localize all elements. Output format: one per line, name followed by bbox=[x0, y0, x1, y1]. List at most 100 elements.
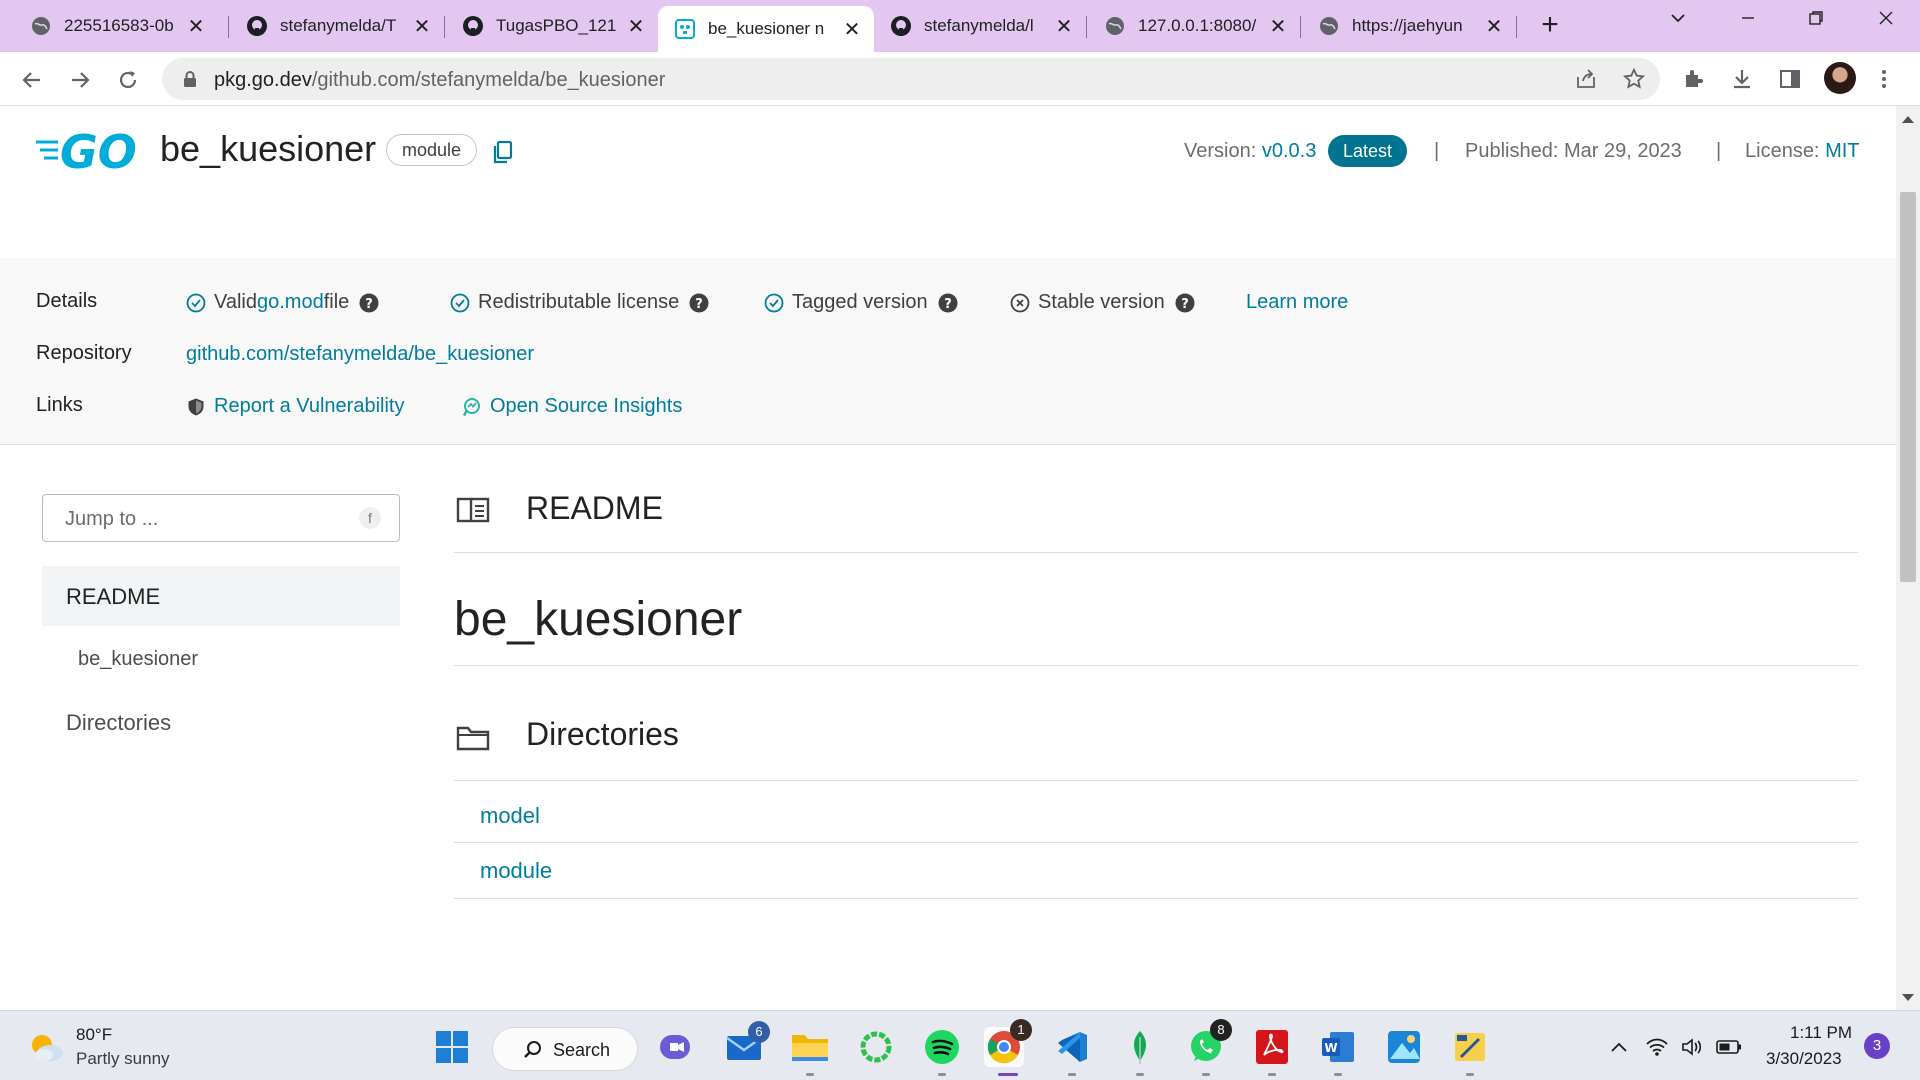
menu-kebab-icon[interactable] bbox=[1870, 65, 1898, 93]
sidebar-item-readme[interactable]: README bbox=[42, 566, 400, 626]
word-icon[interactable]: W bbox=[1318, 1027, 1358, 1067]
running-indicator bbox=[938, 1073, 946, 1076]
notification-badge[interactable]: 3 bbox=[1864, 1033, 1890, 1059]
window-close-icon[interactable] bbox=[1862, 8, 1910, 40]
wifi-icon[interactable] bbox=[1644, 1035, 1670, 1059]
jump-to-placeholder: Jump to ... bbox=[65, 508, 159, 530]
start-windows-icon[interactable] bbox=[432, 1027, 472, 1067]
open-source-insights-text[interactable]: Open Source Insights bbox=[490, 395, 682, 418]
close-icon[interactable]: ✕ bbox=[1484, 14, 1504, 39]
scrollbar-thumb[interactable] bbox=[1900, 192, 1916, 582]
photos-icon[interactable] bbox=[1384, 1027, 1424, 1067]
help-icon[interactable]: ? bbox=[359, 293, 379, 313]
battery-icon[interactable] bbox=[1716, 1035, 1742, 1059]
repository-link[interactable]: github.com/stefanymelda/be_kuesioner bbox=[186, 343, 534, 366]
mail-badge: 6 bbox=[748, 1021, 770, 1043]
volume-icon[interactable] bbox=[1680, 1035, 1706, 1059]
tab-3[interactable]: TugasPBO_121 ✕ bbox=[446, 6, 658, 46]
new-tab-button[interactable]: + bbox=[1534, 10, 1566, 42]
forward-icon[interactable] bbox=[64, 64, 96, 96]
share-icon[interactable] bbox=[1574, 67, 1598, 91]
close-icon[interactable]: ✕ bbox=[1054, 14, 1074, 39]
mongodb-icon[interactable] bbox=[1120, 1027, 1160, 1067]
tab-5[interactable]: stefanymelda/l ✕ bbox=[874, 6, 1086, 46]
directories-title: Directories bbox=[526, 716, 679, 752]
close-icon[interactable]: ✕ bbox=[842, 17, 862, 42]
side-panel-icon[interactable] bbox=[1776, 65, 1804, 93]
svg-text:?: ? bbox=[366, 297, 374, 312]
scroll-down-arrow-icon[interactable] bbox=[1902, 994, 1914, 1001]
bookmark-star-icon[interactable] bbox=[1622, 67, 1646, 91]
weather-temperature[interactable]: 80°F bbox=[76, 1025, 112, 1045]
report-vulnerability-text[interactable]: Report a Vulnerability bbox=[214, 395, 404, 418]
sidebar-item-directories[interactable]: Directories bbox=[66, 710, 171, 736]
version-info: Version: v0.0.3 bbox=[1184, 140, 1316, 163]
close-icon[interactable]: ✕ bbox=[412, 14, 432, 39]
svg-text:?: ? bbox=[1181, 297, 1189, 312]
close-icon[interactable]: ✕ bbox=[626, 14, 646, 39]
windows-taskbar: 80°F Partly sunny Search 6 1 8 W 1:11 PM… bbox=[0, 1010, 1920, 1080]
weather-description[interactable]: Partly sunny bbox=[76, 1049, 170, 1069]
back-icon[interactable] bbox=[16, 64, 48, 96]
directory-link-model[interactable]: model bbox=[480, 803, 540, 829]
minimize-icon[interactable] bbox=[1724, 8, 1772, 40]
gomod-link[interactable]: go.mod bbox=[257, 291, 324, 314]
chat-camera-icon[interactable] bbox=[656, 1027, 696, 1067]
download-icon[interactable] bbox=[1728, 65, 1756, 93]
url-path: /github.com/stefanymelda/be_kuesioner bbox=[311, 69, 666, 91]
tab-7[interactable]: https://jaehyun ✕ bbox=[1302, 6, 1516, 46]
restore-icon[interactable] bbox=[1792, 8, 1840, 40]
help-icon[interactable]: ? bbox=[938, 293, 958, 313]
loop-ring-app-icon[interactable] bbox=[856, 1027, 896, 1067]
page-scrollbar[interactable] bbox=[1896, 106, 1920, 1010]
go-logo-icon[interactable]: GO bbox=[36, 126, 148, 172]
address-bar[interactable]: pkg.go.dev/github.com/stefanymelda/be_ku… bbox=[162, 58, 1660, 100]
learn-more-link[interactable]: Learn more bbox=[1246, 291, 1348, 314]
tab-4-active[interactable]: be_kuesioner n ✕ bbox=[658, 6, 874, 52]
license-link[interactable]: MIT bbox=[1825, 140, 1859, 162]
clock-date[interactable]: 3/30/2023 bbox=[1766, 1049, 1842, 1069]
svg-text:?: ? bbox=[944, 297, 952, 312]
extensions-icon[interactable] bbox=[1680, 65, 1708, 93]
tab-search-icon[interactable] bbox=[1654, 8, 1702, 40]
version-label: Version: bbox=[1184, 140, 1257, 162]
running-indicator bbox=[1334, 1073, 1342, 1076]
acrobat-icon[interactable] bbox=[1252, 1027, 1292, 1067]
close-icon[interactable]: ✕ bbox=[186, 14, 206, 39]
valid-prefix: Valid bbox=[214, 291, 257, 313]
open-source-insights-link[interactable]: Open Source Insights bbox=[462, 395, 682, 418]
help-icon[interactable]: ? bbox=[689, 293, 709, 313]
version-link[interactable]: v0.0.3 bbox=[1262, 140, 1316, 162]
notes-folder-icon[interactable] bbox=[1450, 1027, 1490, 1067]
directory-link-module[interactable]: module bbox=[480, 858, 552, 884]
stable-version-item: Stable version ? bbox=[1010, 291, 1195, 314]
package-header: GO be_kuesioner module Version: v0.0.3 L… bbox=[0, 106, 1896, 258]
scroll-up-arrow-icon[interactable] bbox=[1902, 116, 1914, 123]
vscode-icon[interactable] bbox=[1052, 1027, 1092, 1067]
file-explorer-icon[interactable] bbox=[790, 1027, 830, 1067]
separator: | bbox=[1434, 140, 1440, 162]
profile-avatar[interactable] bbox=[1824, 62, 1856, 94]
tab-separator bbox=[228, 16, 229, 38]
spotify-icon[interactable] bbox=[922, 1027, 962, 1067]
reload-icon[interactable] bbox=[112, 64, 144, 96]
tab-title: stefanymelda/l bbox=[924, 16, 1034, 35]
tab-6[interactable]: 127.0.0.1:8080/ ✕ bbox=[1088, 6, 1300, 46]
clock-time[interactable]: 1:11 PM bbox=[1790, 1023, 1852, 1043]
copy-icon[interactable] bbox=[492, 140, 514, 164]
close-icon[interactable]: ✕ bbox=[1268, 14, 1288, 39]
taskbar-search[interactable]: Search bbox=[492, 1027, 638, 1071]
tab-1[interactable]: 225516583-0b ✕ bbox=[14, 6, 218, 46]
sidebar-item-be-kuesioner[interactable]: be_kuesioner bbox=[78, 648, 198, 671]
tab-title: be_kuesioner n bbox=[708, 19, 825, 38]
help-icon[interactable]: ? bbox=[1175, 293, 1195, 313]
jump-to-input[interactable]: Jump to ... f bbox=[42, 494, 400, 542]
partly-sunny-icon[interactable] bbox=[26, 1031, 66, 1063]
chevron-up-icon[interactable] bbox=[1606, 1035, 1632, 1059]
tab-separator bbox=[1300, 16, 1301, 38]
tab-2[interactable]: stefanymelda/T ✕ bbox=[230, 6, 444, 46]
report-vulnerability-link[interactable]: Report a Vulnerability bbox=[186, 395, 404, 418]
latest-badge[interactable]: Latest bbox=[1328, 135, 1408, 167]
tab-separator bbox=[1086, 16, 1087, 38]
svg-text:GO: GO bbox=[60, 126, 137, 172]
